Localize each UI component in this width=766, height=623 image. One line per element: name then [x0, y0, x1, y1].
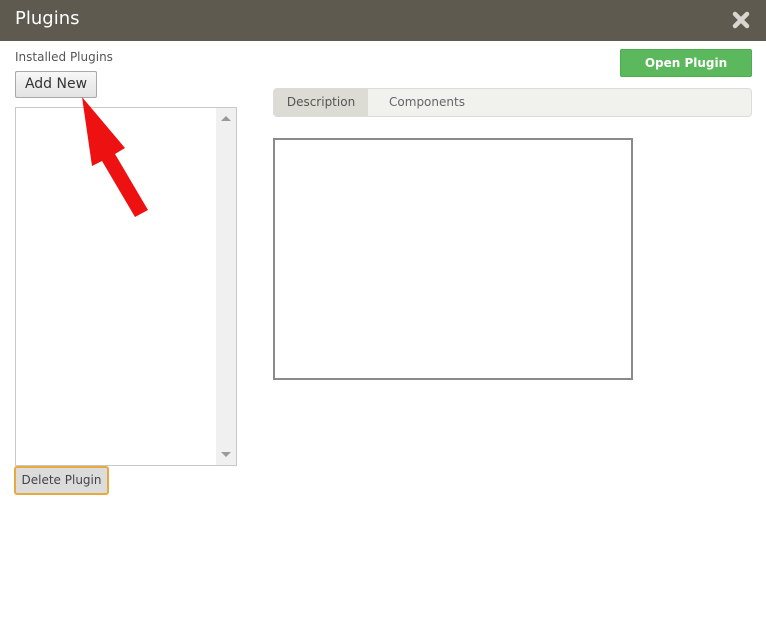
scroll-up-icon[interactable] — [221, 116, 231, 121]
red-pointer-arrow-icon — [82, 97, 148, 217]
tab-description[interactable]: Description — [274, 89, 368, 116]
open-plugin-library-button[interactable]: Open Plugin Library — [620, 49, 752, 96]
plugin-detail-tabs: Description Components — [273, 88, 752, 117]
description-box — [273, 138, 633, 380]
dialog-title: Plugins — [15, 8, 80, 29]
installed-plugins-label: Installed Plugins — [15, 50, 113, 64]
scroll-down-icon[interactable] — [221, 452, 231, 457]
plugin-list-scrollbar[interactable] — [216, 108, 236, 465]
delete-plugin-button[interactable]: Delete Plugin — [14, 466, 109, 495]
dialog-titlebar: Plugins — [0, 0, 766, 41]
tab-components[interactable]: Components — [368, 89, 486, 116]
close-icon[interactable] — [731, 10, 751, 30]
